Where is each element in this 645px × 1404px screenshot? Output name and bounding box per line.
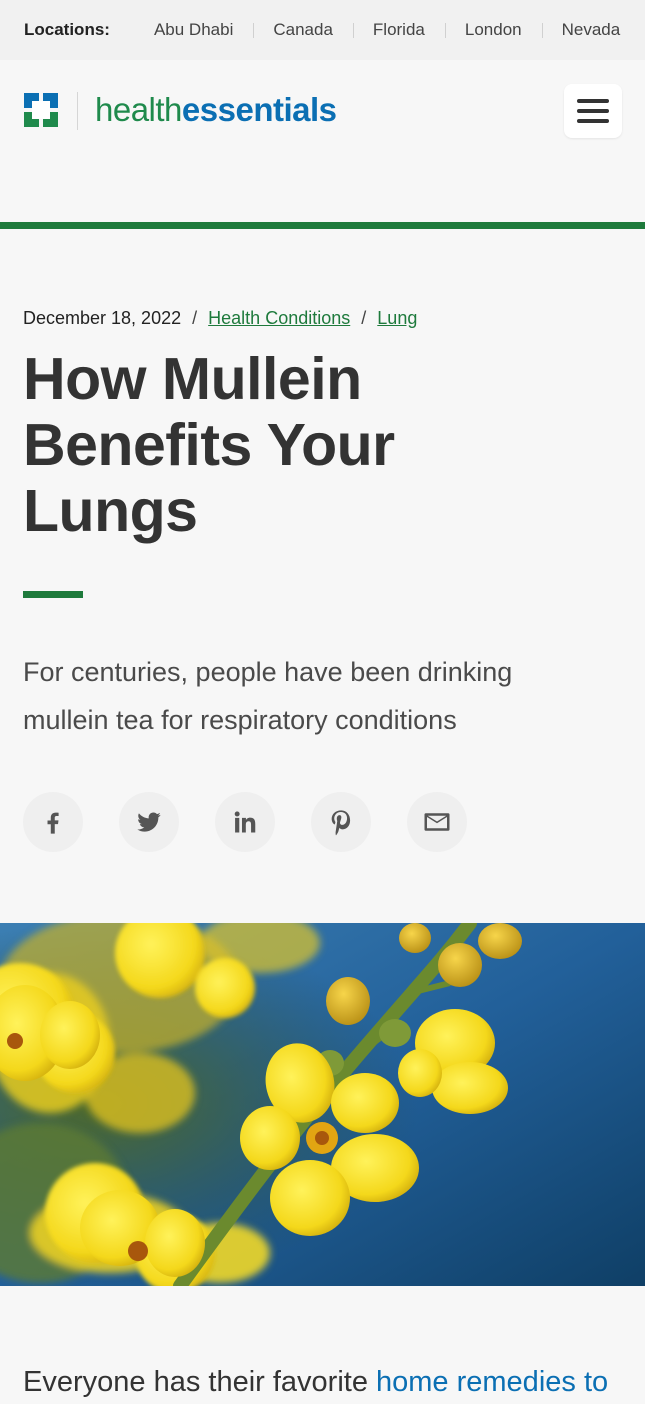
article-body-first-line: Everyone has their favorite home remedie… [23, 1360, 643, 1404]
location-link-nevada[interactable]: Nevada [541, 20, 641, 40]
category-link-lung[interactable]: Lung [377, 308, 417, 328]
share-buttons [23, 792, 467, 852]
mullein-flowers-image [0, 923, 645, 1286]
pinterest-icon [331, 810, 351, 836]
logo-divider [77, 92, 78, 130]
hamburger-icon [577, 99, 609, 103]
brand-name-part1: health [95, 91, 182, 128]
body-intro-text: Everyone has their favorite [23, 1366, 377, 1398]
linkedin-icon [234, 811, 256, 833]
share-twitter-button[interactable] [119, 792, 179, 852]
location-link-canada[interactable]: Canada [253, 20, 353, 40]
site-header: healthessentials [0, 60, 645, 222]
facebook-icon [47, 812, 59, 834]
share-pinterest-button[interactable] [311, 792, 371, 852]
location-link-abu-dhabi[interactable]: Abu Dhabi [134, 20, 253, 40]
breadcrumb-separator: / [192, 308, 198, 328]
twitter-icon [137, 812, 161, 832]
hero-image [0, 923, 645, 1286]
home-remedies-link[interactable]: home remedies to [376, 1366, 608, 1398]
health-essentials-wordmark[interactable]: healthessentials [95, 90, 337, 130]
article-title: How Mullein Benefits Your Lungs [23, 346, 395, 544]
brand-name-part2: essentials [181, 91, 337, 128]
locations-bar: Locations: Abu Dhabi Canada Florida Lond… [0, 0, 645, 60]
hamburger-menu-button[interactable] [564, 84, 622, 138]
share-linkedin-button[interactable] [215, 792, 275, 852]
article-subtitle: For centuries, people have been drinking… [23, 657, 513, 735]
location-link-london[interactable]: London [444, 20, 542, 40]
title-accent-bar [23, 591, 83, 598]
article-meta: December 18, 2022 / Health Conditions / … [23, 308, 417, 329]
category-link-health-conditions[interactable]: Health Conditions [208, 308, 350, 328]
locations-label: Locations: [24, 20, 110, 39]
email-icon [424, 813, 450, 831]
breadcrumb-separator: / [361, 308, 367, 328]
location-link-florida[interactable]: Florida [352, 20, 445, 40]
article-date: December 18, 2022 [23, 308, 182, 328]
share-email-button[interactable] [407, 792, 467, 852]
header-divider [0, 222, 645, 229]
cleveland-clinic-logo-icon[interactable] [24, 93, 58, 127]
share-facebook-button[interactable] [23, 792, 83, 852]
